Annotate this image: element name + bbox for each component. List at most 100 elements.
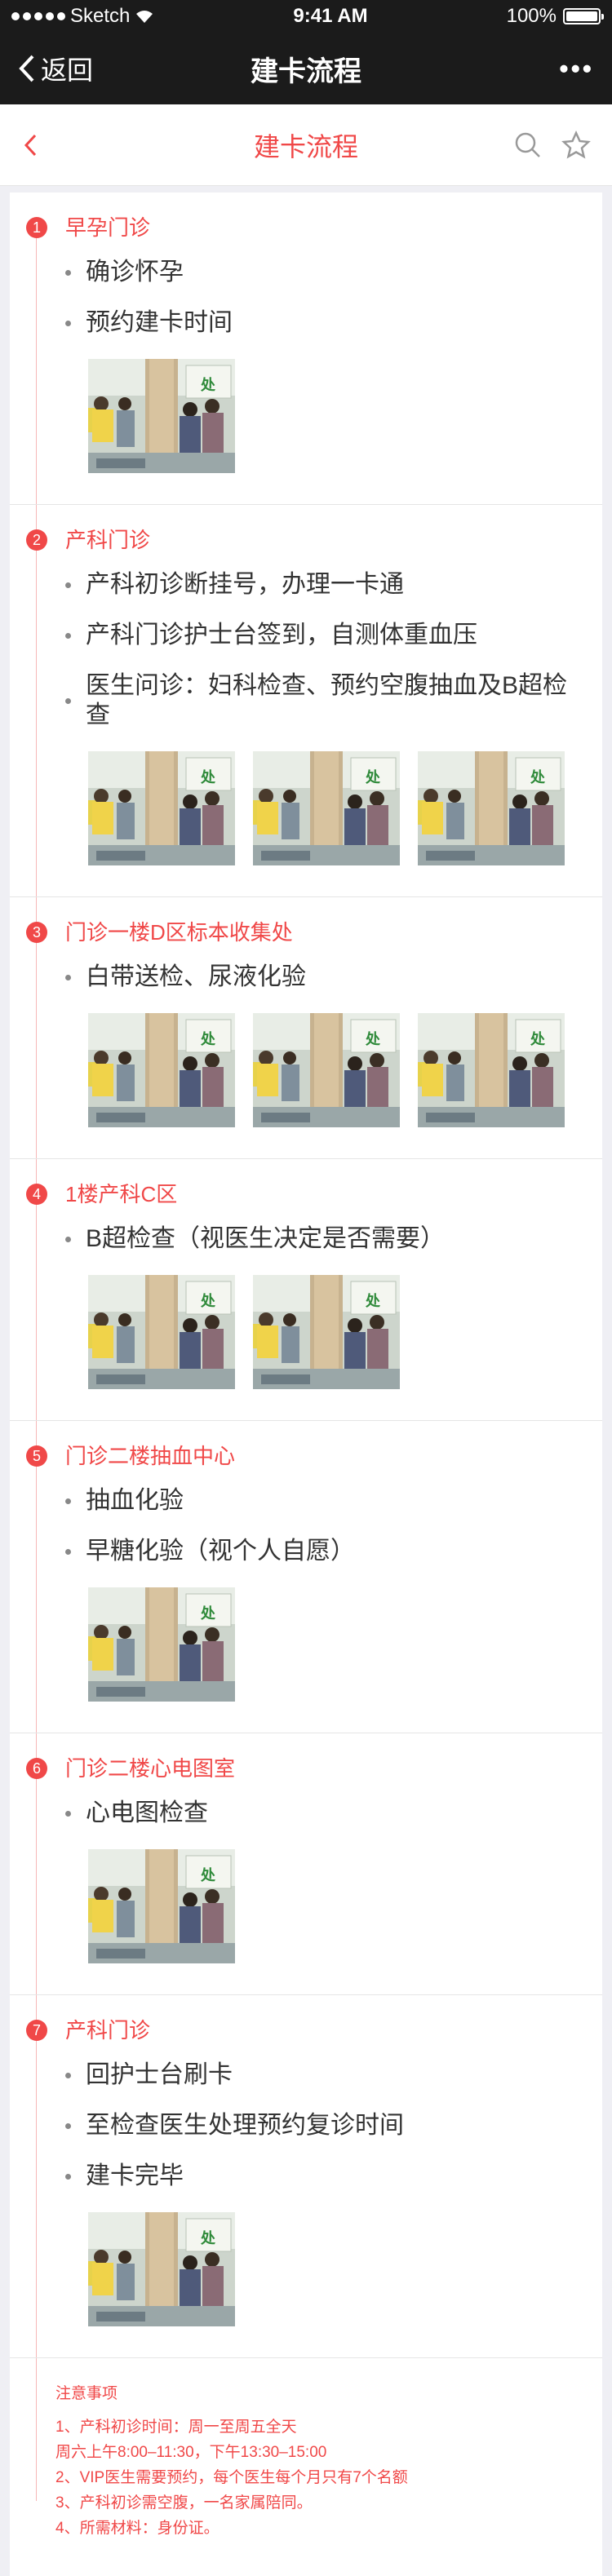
step-item-text: 白带送检、尿液化验 (86, 963, 306, 990)
notes-line: 1、产科初诊时间：周一至周五全天 (55, 2419, 297, 2436)
photo-thumbnail[interactable]: 处 (88, 359, 235, 473)
svg-text:处: 处 (200, 1030, 216, 1048)
step-title: 产科门诊 (65, 2018, 151, 2043)
step-number-badge: 6 (26, 1758, 47, 1779)
svg-text:处: 处 (365, 1292, 381, 1310)
more-button[interactable]: ••• (559, 54, 594, 84)
bullet-icon (65, 2072, 71, 2078)
clock: 9:41 AM (293, 5, 368, 27)
step-item: 心电图检查 (65, 1799, 583, 1828)
search-icon[interactable] (514, 131, 542, 159)
step-item: 回护士台刷卡 (65, 2060, 583, 2090)
step-item-text: 早糖化验（视个人自愿） (86, 1538, 355, 1565)
step-card: 1 早孕门诊确诊怀孕预约建卡时间处 (10, 193, 602, 505)
step-items: 确诊怀孕预约建卡时间 (65, 258, 583, 338)
step-title: 早孕门诊 (65, 215, 151, 240)
photo-row: 处 (88, 2212, 583, 2326)
svg-text:处: 处 (200, 1292, 216, 1310)
step-item: 抽血化验 (65, 1486, 583, 1516)
photo-thumbnail[interactable]: 处 (88, 1587, 235, 1702)
bullet-icon (65, 269, 71, 276)
step-item-text: 预约建卡时间 (86, 309, 233, 336)
step-card: 3 门诊一楼D区标本收集处 白带送检、尿液化验处 处 处 (10, 897, 602, 1159)
bullet-icon (65, 1498, 71, 1504)
notes-line: 4、所需材料：身份证。 (55, 2520, 220, 2537)
step-item: 预约建卡时间 (65, 308, 583, 338)
star-icon[interactable] (561, 130, 591, 160)
step-items: 回护士台刷卡至检查医生处理预约复诊时间 建卡完毕 (65, 2060, 583, 2191)
nav-actions (514, 130, 591, 160)
step-items: 产科初诊断挂号，办理一卡通 产科门诊护士台签到，自测体重血压 医生问诊：妇科检查、预… (65, 570, 583, 730)
step-number-badge: 1 (26, 217, 47, 238)
step-item: 确诊怀孕 (65, 258, 583, 287)
step-title: 1楼产科C区 (65, 1182, 178, 1206)
photo-row: 处 (88, 1849, 583, 1963)
status-bar: Sketch 9:41 AM 100% (0, 0, 612, 33)
flow-content: 1 早孕门诊 确诊怀孕 预约建卡时间处 2 产科门诊 产科初诊断挂号，办理一卡通 产科门诊护士… (10, 193, 602, 2576)
step-card: 7 产科门诊回护士台刷卡至检查医生处理预约复诊时间 建卡完毕处 (10, 1995, 602, 2358)
battery-icon (563, 8, 604, 24)
notes-line: 2、VIP医生需要预约，每个医生每个月只有7个名额 (55, 2469, 408, 2486)
svg-text:处: 处 (200, 768, 216, 786)
notes-line: 周六上午8:00–11:30，下午13:30–15:00 (55, 2444, 327, 2461)
step-number-badge: 5 (26, 1445, 47, 1467)
battery-percent: 100% (506, 5, 557, 27)
step-item: 产科门诊护士台签到，自测体重血压 (65, 621, 583, 650)
bullet-icon (65, 1236, 71, 1242)
photo-row: 处处处 (88, 1013, 583, 1127)
step-item-text: 建卡完毕 (86, 2162, 184, 2189)
step-items: 心电图检查 (65, 1799, 583, 1828)
page-navbar: 建卡流程 (0, 104, 612, 186)
step-item-text: 至检查医生处理预约复诊时间 (86, 2112, 404, 2139)
step-item: B超检查（视医生决定是否需要） (65, 1224, 583, 1254)
step-item: 早糖化验（视个人自愿） (65, 1537, 583, 1566)
photo-thumbnail[interactable]: 处 (253, 1013, 400, 1127)
photo-thumbnail[interactable]: 处 (418, 1013, 565, 1127)
step-item-text: 回护士台刷卡 (86, 2061, 233, 2088)
battery-group: 100% (506, 5, 604, 28)
step-item-text: 心电图检查 (86, 1799, 208, 1826)
chevron-left-icon (19, 55, 34, 82)
photo-thumbnail[interactable]: 处 (88, 1849, 235, 1963)
photo-row: 处 (88, 1587, 583, 1702)
step-items: B超检查（视医生决定是否需要） (65, 1224, 583, 1254)
bullet-icon (65, 2122, 71, 2129)
svg-text:处: 处 (530, 1030, 546, 1048)
step-item: 医生问诊：妇科检查、预约空腹抽血及B超检查 (65, 671, 583, 730)
step-item-text: 产科门诊护士台签到，自测体重血压 (86, 622, 477, 648)
svg-text:处: 处 (200, 376, 216, 394)
step-number-badge: 2 (26, 529, 47, 551)
photo-thumbnail[interactable]: 处 (88, 2212, 235, 2326)
photo-thumbnail[interactable]: 处 (253, 1275, 400, 1389)
notes-section: 注意事项 1、产科初诊时间：周一至周五全天 周六上午8:00–11:30，下午1… (10, 2358, 602, 2557)
photo-thumbnail[interactable]: 处 (88, 751, 235, 865)
carrier-label: Sketch (70, 5, 131, 27)
bullet-icon (65, 1548, 71, 1555)
bullet-icon (65, 632, 71, 639)
step-item: 白带送检、尿液化验 (65, 963, 583, 992)
notes-heading: 注意事项 (55, 2385, 118, 2402)
back-button[interactable]: 返回 (18, 50, 93, 87)
signal-group: Sketch (11, 5, 154, 28)
photo-row: 处处 (88, 1275, 583, 1389)
wifi-icon (136, 11, 153, 23)
photo-thumbnail[interactable]: 处 (88, 1013, 235, 1127)
step-number-badge: 7 (26, 2020, 47, 2041)
step-card: 5 门诊二楼抽血中心抽血化验早糖化验（视个人自愿） 处 (10, 1421, 602, 1733)
back-arrow-icon[interactable] (21, 131, 41, 159)
signal-dots-icon (11, 12, 65, 20)
svg-text:处: 处 (365, 1030, 381, 1048)
step-item: 建卡完毕 (65, 2162, 583, 2191)
svg-text:处: 处 (530, 768, 546, 786)
photo-row: 处 (88, 359, 583, 473)
step-items: 白带送检、尿液化验 (65, 963, 583, 992)
step-card: 2 产科门诊 产科初诊断挂号，办理一卡通 产科门诊护士台签到，自测体重血压 医生问诊：妇… (10, 505, 602, 897)
photo-thumbnail[interactable]: 处 (253, 751, 400, 865)
step-item-text: B超检查（视医生决定是否需要） (86, 1225, 446, 1252)
notes-line: 3、产科初诊需空腹，一名家属陪同。 (55, 2494, 313, 2512)
step-title: 门诊二楼心电图室 (65, 1756, 236, 1781)
photo-thumbnail[interactable]: 处 (418, 751, 565, 865)
step-title: 门诊二楼抽血中心 (65, 1444, 236, 1468)
svg-text:处: 处 (200, 2229, 216, 2247)
photo-thumbnail[interactable]: 处 (88, 1275, 235, 1389)
